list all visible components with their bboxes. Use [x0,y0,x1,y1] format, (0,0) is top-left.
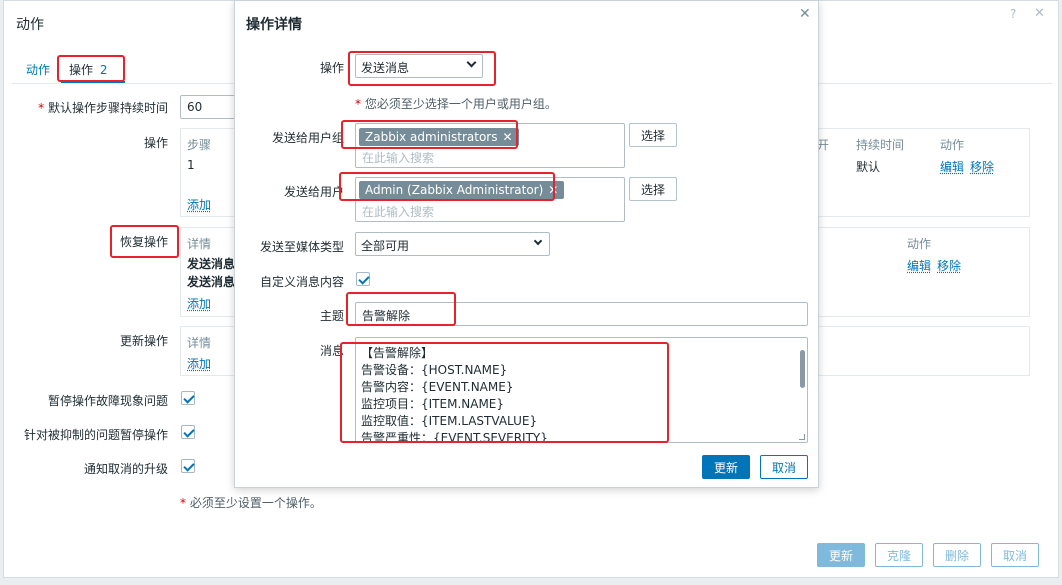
update-operations-label: 更新操作 [119,334,168,348]
recovery-row-edit[interactable]: 编辑 [907,257,931,274]
notify-cancel-checkbox[interactable] [181,459,195,473]
recovery-row-remove[interactable]: 移除 [937,257,961,274]
recovery-row-2-details: 发送消息 [187,275,236,289]
resize-handle-icon[interactable] [799,434,805,440]
recovery-add-link[interactable]: 添加 [187,295,211,312]
chevron-down-icon [466,57,477,68]
cancel-button[interactable]: 取消 [991,543,1039,567]
recovery-header-action: 动作 [907,237,932,251]
user-groups-multiselect[interactable]: Zabbix administrators ✕ 在此输入搜索 [355,123,625,168]
operation-hint: * 您必须至少选择一个用户或用户组。 [355,97,557,111]
message-label: 消息 [319,344,344,358]
help-icon[interactable]: ? [1010,7,1016,21]
delete-button[interactable]: 删除 [933,543,981,567]
update-add-link[interactable]: 添加 [187,355,211,372]
close-icon[interactable]: ✕ [1034,6,1045,21]
pause-symptoms-label: 暂停操作故障现象问题 [47,394,168,408]
dialog-title: 操作详情 [246,17,302,33]
user-groups-label: 发送给用户组 [271,131,344,145]
custom-message-label: 自定义消息内容 [259,275,344,289]
update-button[interactable]: 更新 [817,543,865,567]
pause-suppressed-label: 针对被抑制的问题暂停操作 [23,428,168,442]
recovery-operations-label: 恢复操作 [119,235,168,249]
dialog-cancel-button[interactable]: 取消 [760,455,808,479]
message-line-4: 监控项目：{ITEM.NAME} [361,397,505,411]
operations-label: 操作 [143,136,168,150]
user-groups-search[interactable]: 在此输入搜索 [362,149,434,166]
operations-header-duration: 持续时间 [856,138,905,152]
media-type-label: 发送至媒体类型 [259,240,344,254]
dialog-close-icon[interactable]: ✕ [799,6,811,22]
subject-input[interactable]: 告警解除 [355,302,808,326]
message-textarea[interactable]: 【告警解除】 告警设备：{HOST.NAME} 告警内容：{EVENT.NAME… [355,337,808,443]
message-line-2: 告警设备：{HOST.NAME} [361,363,508,377]
operations-row-step: 1 [187,158,195,172]
operations-row-duration: 默认 [856,160,881,174]
operations-row-edit[interactable]: 编辑 [940,158,964,175]
default-step-label: * 默认操作步骤持续时间 [38,101,168,115]
recovery-header-details: 详情 [187,237,212,251]
operation-type-select[interactable]: 发送消息 [355,54,483,78]
users-label: 发送给用户 [283,185,344,199]
subject-label: 主题 [319,309,344,323]
operations-header-action: 动作 [940,138,965,152]
users-multiselect[interactable]: Admin (Zabbix Administrator) ✕ 在此输入搜索 [355,177,625,222]
tab-action[interactable]: 动作 [26,61,50,78]
chevron-down-icon [533,236,543,246]
required-note: * 必须至少设置一个操作。 [180,496,322,510]
default-step-input[interactable]: 60 [180,95,240,119]
tab-operations[interactable]: 操作 2 [69,61,107,78]
user-groups-select-button[interactable]: 选择 [629,123,677,147]
users-search[interactable]: 在此输入搜索 [362,203,434,220]
tab-operations-label: 操作 [69,63,94,77]
recovery-row-1-details: 发送消息 [187,257,236,271]
operation-type-label: 操作 [319,61,344,75]
chip-remove-icon[interactable]: ✕ [502,130,512,144]
clone-button[interactable]: 克隆 [875,543,923,567]
message-line-5: 监控取值：{ITEM.LASTVALUE} [361,414,538,428]
tab-operations-count: 2 [99,63,108,77]
media-type-select[interactable]: 全部可用 [355,232,550,256]
message-line-6: 告警严重性：{EVENT.SEVERITY} [361,431,548,443]
pause-suppressed-checkbox[interactable] [181,425,195,439]
message-line-3: 告警内容：{EVENT.NAME} [361,380,514,394]
notify-cancel-label: 通知取消的升级 [83,462,168,476]
user-group-chip: Zabbix administrators ✕ [359,128,519,146]
operations-add-link[interactable]: 添加 [187,196,211,213]
user-chip: Admin (Zabbix Administrator) ✕ [359,181,565,199]
scrollbar-thumb[interactable] [800,350,805,388]
message-line-1: 【告警解除】 [361,346,434,360]
dialog-update-button[interactable]: 更新 [702,455,750,479]
pause-symptoms-checkbox[interactable] [181,391,195,405]
operations-header-step: 步骤 [187,138,212,152]
update-header-details: 详情 [187,336,212,350]
operations-row-remove[interactable]: 移除 [970,158,994,175]
custom-message-checkbox[interactable] [356,272,370,286]
operation-details-dialog: 操作详情 ✕ 操作 发送消息 * 您必须至少选择一个用户或用户组。 发送给用户组… [234,0,819,488]
users-select-button[interactable]: 选择 [629,177,677,201]
window-title: 动作 [16,17,44,33]
chip-remove-icon[interactable]: ✕ [548,183,558,197]
